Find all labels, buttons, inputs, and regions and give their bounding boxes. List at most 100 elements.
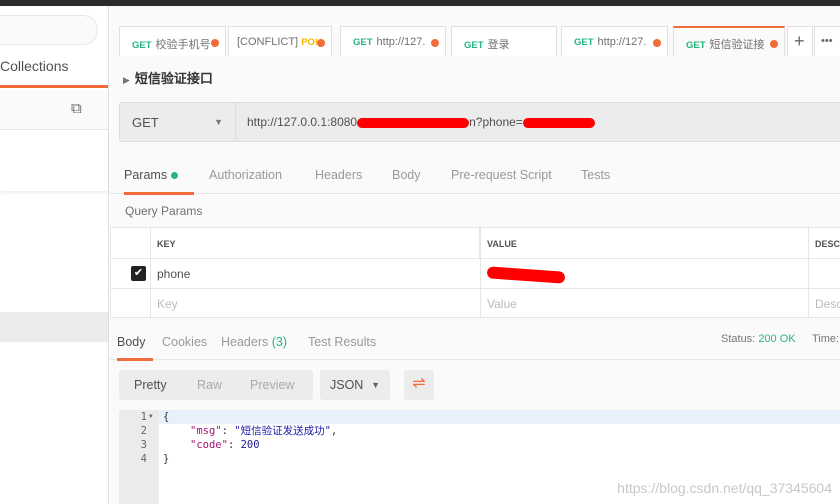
- url-prefix: http://127.0.0.1:8080: [247, 115, 358, 129]
- column-header-key: KEY: [150, 227, 480, 259]
- json-key: "msg": [190, 425, 222, 437]
- new-key-input[interactable]: Key: [150, 288, 481, 318]
- column-header-value: VALUE: [480, 227, 809, 259]
- column-header-description: DESC: [808, 227, 840, 259]
- raw-button[interactable]: Raw: [197, 378, 222, 392]
- request-tabs: GET 校验手机号 [CONFLICT] PO! GET http://127. G…: [110, 26, 840, 56]
- request-tab[interactable]: [CONFLICT] PO!: [228, 26, 332, 56]
- wrap-lines-icon[interactable]: ⇌: [404, 370, 434, 400]
- tab-label: http://127.: [597, 36, 647, 48]
- tab-authorization[interactable]: Authorization: [209, 168, 282, 182]
- json-number: 200: [240, 439, 260, 451]
- code-line: "code": 200: [190, 439, 260, 451]
- headers-count: (3): [271, 335, 288, 349]
- format-value: JSON: [330, 378, 364, 392]
- tab-pre-request-script[interactable]: Pre-request Script: [451, 168, 552, 182]
- request-name: 短信验证接口: [134, 71, 213, 86]
- new-value-input[interactable]: Value: [480, 288, 809, 318]
- add-tab-button[interactable]: +: [787, 26, 813, 56]
- method-badge: GET: [574, 37, 594, 48]
- unsaved-dot: [770, 40, 778, 48]
- param-key-input[interactable]: phone: [150, 258, 481, 289]
- tab-label: http://127.: [376, 36, 426, 48]
- sidebar-list: [0, 130, 108, 191]
- tab-params[interactable]: Params: [124, 168, 194, 195]
- request-tab[interactable]: GET http://127.: [340, 26, 446, 56]
- collections-tab[interactable]: Collections: [0, 56, 108, 88]
- json-key: "code": [190, 439, 228, 451]
- response-time-label: Time:: [812, 333, 840, 345]
- view-mode-group: Pretty Raw Preview: [119, 370, 313, 400]
- row-checkbox-cell: [110, 288, 151, 318]
- tab-label: [CONFLICT]: [237, 36, 299, 48]
- tab-label: 校验手机号: [155, 39, 211, 51]
- chevron-down-icon: ▼: [214, 117, 223, 127]
- format-select[interactable]: JSON ▼: [320, 370, 390, 400]
- method-badge: GET: [353, 37, 373, 48]
- sidebar-selected-item[interactable]: [0, 312, 108, 342]
- more-tabs-button[interactable]: •••: [814, 26, 840, 56]
- line-number: 4: [140, 453, 147, 465]
- tab-headers[interactable]: Headers: [315, 168, 362, 182]
- new-description-input[interactable]: Desc: [808, 288, 840, 318]
- param-checkbox[interactable]: ✔: [131, 266, 146, 281]
- status-value: 200 OK: [758, 333, 796, 345]
- json-string: "短信验证发送成功": [234, 425, 331, 437]
- tab-label: Headers: [221, 335, 269, 349]
- line-number: 3: [140, 439, 147, 451]
- watermark: https://blog.csdn.net/qq_37345604: [617, 480, 832, 496]
- method-value: GET: [132, 115, 159, 130]
- method-badge: GET: [132, 40, 152, 51]
- tab-tests[interactable]: Tests: [581, 168, 610, 182]
- request-tab[interactable]: GET http://127.: [561, 26, 668, 56]
- tab-label: 登录: [487, 39, 510, 51]
- url-bar: GET ▼ http://127.0.0.1:8080 n?phone=: [119, 102, 840, 142]
- param-description-input[interactable]: [808, 258, 840, 289]
- url-input[interactable]: http://127.0.0.1:8080 n?phone=: [247, 115, 595, 129]
- status-dot: [170, 172, 178, 179]
- response-tab-test-results[interactable]: Test Results: [308, 335, 376, 349]
- main-panel: GET 校验手机号 [CONFLICT] PO! GET http://127. G…: [110, 6, 840, 504]
- response-tab-headers[interactable]: Headers (3): [221, 335, 287, 349]
- request-tab-active[interactable]: GET 短信验证接: [673, 26, 785, 56]
- tab-label: 短信验证接: [709, 39, 765, 51]
- response-tab-body[interactable]: Body: [117, 335, 153, 361]
- caret-right-icon: ▶: [123, 75, 130, 85]
- redaction-mark: [522, 117, 595, 128]
- response-status: Status: 200 OK: [721, 333, 796, 345]
- status-label: Status:: [721, 333, 756, 345]
- response-tab-cookies[interactable]: Cookies: [162, 335, 207, 349]
- code-line: {: [163, 411, 170, 423]
- response-tabs: Body Cookies Headers (3) Test Results St…: [110, 327, 840, 361]
- request-tab[interactable]: GET 校验手机号: [119, 26, 226, 56]
- method-select[interactable]: GET ▼: [120, 103, 236, 141]
- line-number: 1: [140, 411, 147, 423]
- tab-body[interactable]: Body: [392, 168, 421, 182]
- query-params-title: Query Params: [125, 204, 203, 218]
- request-section-tabs: Params Authorization Headers Body Pre-re…: [110, 163, 840, 195]
- param-value-input[interactable]: [480, 258, 809, 289]
- redaction-mark: [486, 266, 566, 284]
- method-badge: GET: [686, 40, 706, 51]
- unsaved-dot: [431, 39, 439, 47]
- active-line-highlight: [159, 410, 840, 424]
- unsaved-dot: [211, 39, 219, 47]
- header-spacer: [110, 227, 150, 259]
- redaction-mark: [357, 117, 470, 128]
- unsaved-dot: [653, 39, 661, 47]
- sidebar: Collections ⧉: [0, 6, 109, 504]
- url-suffix: n?phone=: [469, 115, 523, 129]
- preview-button[interactable]: Preview: [250, 378, 294, 392]
- code-line: "msg": "短信验证发送成功",: [190, 425, 338, 437]
- sidebar-search-input[interactable]: [0, 15, 98, 45]
- request-tab[interactable]: GET 登录: [451, 26, 557, 56]
- fold-caret-icon[interactable]: ▼: [149, 413, 153, 420]
- pretty-button[interactable]: Pretty: [134, 378, 167, 392]
- code-line: }: [163, 453, 170, 465]
- unsaved-dot: [317, 39, 325, 47]
- new-collection-icon[interactable]: ⧉: [71, 100, 82, 117]
- chevron-down-icon: ▼: [371, 380, 380, 390]
- method-badge: PO!: [301, 37, 319, 48]
- sidebar-toolbar: ⧉: [0, 90, 108, 130]
- request-title[interactable]: ▶ 短信验证接口: [123, 68, 213, 87]
